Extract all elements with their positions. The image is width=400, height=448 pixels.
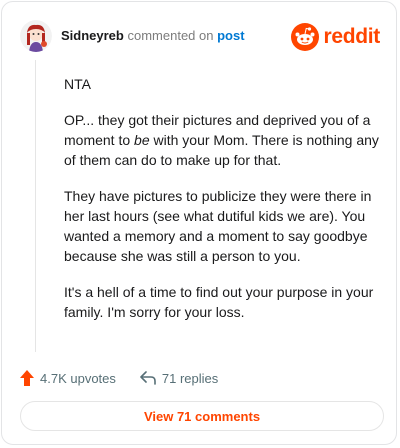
comment-byline: Sidneyreb commented on post — [61, 28, 245, 44]
reply-stat[interactable]: 71 replies — [140, 371, 218, 386]
byline-verb: commented on — [127, 28, 214, 43]
comment-body: NTA OP... they got their pictures and de… — [64, 74, 384, 338]
view-comments-button[interactable]: View 71 comments — [20, 401, 384, 431]
upvote-count: 4.7K upvotes — [40, 370, 116, 386]
comment-paragraph: They have pictures to publicize they wer… — [64, 188, 372, 264]
reddit-alien-icon — [291, 23, 320, 51]
comment-paragraph: It's a hell of a time to find out your p… — [64, 284, 374, 320]
comment-card: Sidneyreb commented on post reddit NTA O… — [1, 1, 397, 445]
upvote-stat[interactable]: 4.7K upvotes — [20, 370, 116, 386]
reply-arrow-icon[interactable] — [140, 371, 156, 385]
thread-line — [35, 60, 36, 352]
post-link[interactable]: post — [217, 28, 244, 43]
emphasis-text: be — [134, 132, 150, 148]
comment-paragraph: OP... they got their pictures and depriv… — [64, 112, 379, 168]
reddit-wordmark: reddit — [323, 25, 380, 48]
comment-footer: 4.7K upvotes 71 replies — [20, 369, 242, 387]
reddit-logo[interactable]: reddit — [291, 22, 380, 52]
upvote-arrow-icon[interactable] — [20, 370, 34, 386]
reply-count: 71 replies — [161, 370, 219, 386]
username-link[interactable]: Sidneyreb — [61, 28, 124, 43]
user-avatar[interactable] — [20, 20, 52, 52]
comment-paragraph: NTA — [64, 76, 91, 92]
comment-header: Sidneyreb commented on post reddit — [20, 20, 384, 52]
